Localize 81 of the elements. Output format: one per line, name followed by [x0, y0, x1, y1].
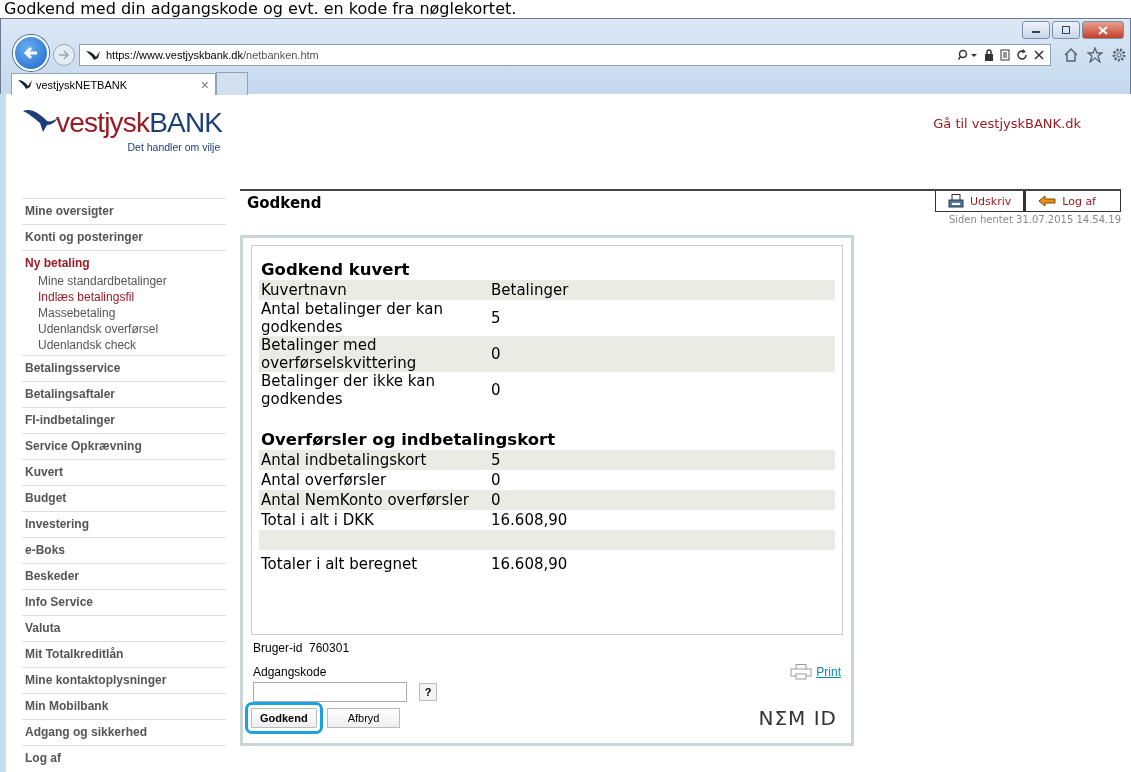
sidebar-item[interactable]: Adgang og sikkerhed	[22, 719, 226, 745]
sidebar-item[interactable]: Mit Totalkreditlån	[22, 641, 226, 667]
bank-logo[interactable]: vestjyskBANK Det handler om vilje	[22, 106, 223, 154]
arrow-icon	[1038, 195, 1057, 207]
sidebar-item[interactable]: Mine oversigter	[22, 198, 226, 224]
printer-icon	[948, 194, 964, 208]
sidebar-subitem[interactable]: Massebetaling	[22, 305, 226, 321]
cancel-button[interactable]: Afbryd	[326, 708, 401, 728]
sidebar-item[interactable]: Betalingsservice	[22, 355, 226, 381]
row-label: Betalinger der ikke kan godkendes	[261, 372, 436, 408]
search-icon[interactable]	[958, 49, 978, 61]
printer-icon[interactable]	[790, 663, 813, 680]
site-link[interactable]: Gå til vestjyskBANK.dk	[933, 116, 1081, 131]
lock-icon[interactable]	[984, 49, 994, 61]
print-link[interactable]: Print	[816, 664, 841, 679]
sidebar-item[interactable]: Service Opkrævning	[22, 433, 226, 459]
row-label: Kuvertnavn	[261, 281, 348, 299]
close-button[interactable]	[1082, 21, 1124, 39]
sidebar-item[interactable]: Log af	[22, 745, 226, 771]
sidebar-subitem[interactable]: Udenlandsk overførsel	[22, 321, 226, 337]
section-heading: Overførsler og indbetalingskort	[261, 430, 557, 450]
row-value: 5	[491, 309, 502, 327]
row-label: Antal overførsler	[261, 471, 388, 489]
close-icon	[1098, 25, 1108, 35]
logout-button[interactable]: Log af	[1024, 191, 1121, 212]
refresh-icon[interactable]	[1016, 49, 1028, 61]
address-bar[interactable]: https://www.vestjyskbank.dk/netbanken.htm	[79, 44, 1051, 66]
sidebar-subitem[interactable]: Udenlandsk check	[22, 337, 226, 353]
sidebar-item[interactable]: Betalingsaftaler	[22, 381, 226, 407]
minimize-button[interactable]	[1022, 21, 1050, 39]
url-text: https://www.vestjyskbank.dk/netbanken.htm	[106, 49, 319, 61]
password-field[interactable]	[253, 682, 407, 702]
sidebar-item[interactable]: e-Boks	[22, 537, 226, 563]
row-label: Antal betalinger der kan godkendes	[261, 300, 444, 336]
stop-icon[interactable]	[1034, 50, 1044, 60]
home-icon[interactable]	[1063, 47, 1079, 63]
row-label: Total i alt i DKK	[261, 511, 375, 529]
arrow-icon	[23, 46, 39, 60]
sidebar-item[interactable]: FI-indbetalinger	[22, 407, 226, 433]
sidebar-item[interactable]: Valuta	[22, 615, 226, 641]
sidebar-item[interactable]: Info Service	[22, 589, 226, 615]
maximize-icon	[1061, 26, 1071, 34]
row-label: Totaler i alt beregnet	[261, 555, 419, 573]
sidebar-item[interactable]: Min Mobilbank	[22, 693, 226, 719]
sidebar-item[interactable]: Kuvert	[22, 459, 226, 485]
page-icon[interactable]	[1000, 49, 1010, 61]
nemid-logo: NΣM ID	[758, 706, 837, 730]
row-label: Betalinger med overførselskvittering	[261, 336, 418, 372]
page-title: Godkend	[246, 193, 322, 214]
row-value: 0	[491, 381, 502, 399]
sidebar-item[interactable]: Beskeder	[22, 563, 226, 589]
sidebar-item[interactable]: Investering	[22, 511, 226, 537]
fetched-timestamp: Siden hentet 31.07.2015 14.54.19	[948, 214, 1121, 225]
row-value: 16.608,90	[491, 555, 569, 573]
sidebar-item[interactable]: Ny betaling	[22, 250, 226, 276]
arrow-icon	[58, 50, 70, 60]
row-value: 16.608,90	[491, 511, 569, 529]
row-label: Antal indbetalingskort	[261, 451, 428, 469]
browser-tab[interactable]: vestjyskNETBANK ×	[11, 73, 216, 95]
sidebar-subitem[interactable]: Indlæs betalingsfil	[22, 289, 226, 305]
user-id-text: Bruger-id 760301	[253, 641, 350, 655]
back-button[interactable]	[13, 35, 49, 71]
password-label: Adgangskode	[253, 665, 328, 679]
sidebar-item[interactable]: Mine kontaktoplysninger	[22, 667, 226, 693]
sidebar-item[interactable]: Budget	[22, 485, 226, 511]
caption-text: Godkend med din adgangskode og evt. en kode fra nøglekortet.	[3, 0, 518, 18]
sidebar-item[interactable]: Konti og posteringer	[22, 224, 226, 250]
row-value: 0	[491, 345, 502, 363]
tab-close-button[interactable]: ×	[200, 76, 209, 93]
sidebar-subitem[interactable]: Mine standardbetalinger	[22, 273, 226, 289]
row-label: Antal NemKonto overførsler	[261, 491, 470, 509]
section-heading: Godkend kuvert	[261, 260, 411, 280]
row-value: 0	[491, 491, 502, 509]
settings-icon[interactable]	[1111, 47, 1127, 63]
help-button[interactable]: ?	[419, 683, 437, 701]
row-value: 0	[491, 471, 502, 489]
star-icon[interactable]	[1087, 47, 1103, 63]
row-value: 5	[491, 451, 502, 469]
maximize-button[interactable]	[1052, 21, 1080, 39]
row-value: Betalinger	[491, 281, 570, 299]
print-button[interactable]: Udskriv	[935, 191, 1025, 212]
